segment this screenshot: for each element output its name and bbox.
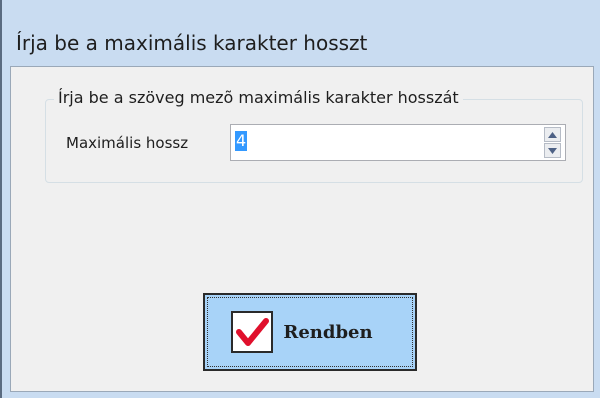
ok-button[interactable]: Rendben [203, 293, 417, 371]
ok-button-label: Rendben [283, 321, 373, 343]
max-length-label: Maximális hossz [66, 134, 189, 152]
spin-buttons [544, 127, 561, 158]
triangle-down-icon [548, 147, 557, 154]
dialog-title: Írja be a maximális karakter hosszt [16, 31, 368, 55]
title-bar[interactable]: Írja be a maximális karakter hosszt [8, 20, 600, 66]
group-box-label: Írja be a szöveg mezõ maximális karakter… [54, 88, 463, 107]
red-checkmark-icon [236, 318, 270, 346]
max-length-value[interactable]: 4 [235, 131, 248, 151]
triangle-up-icon [548, 131, 557, 138]
checkbox-frame-icon [231, 311, 274, 353]
max-length-spin-input[interactable]: 4 [230, 124, 566, 161]
dialog-window: Írja be a maximális karakter hosszt Írja… [0, 0, 600, 398]
spin-down-button[interactable] [544, 143, 561, 158]
group-box: Írja be a szöveg mezõ maximális karakter… [45, 88, 583, 183]
dialog-body: Írja be a szöveg mezõ maximális karakter… [10, 66, 594, 392]
spin-up-button[interactable] [544, 127, 561, 142]
